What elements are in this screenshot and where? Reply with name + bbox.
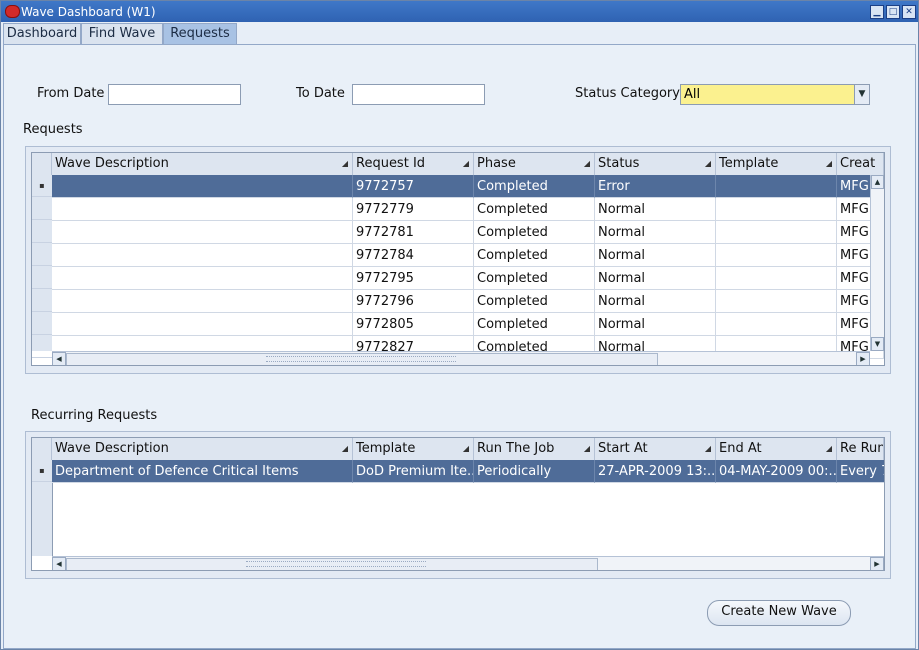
status-category-value: All: [684, 87, 701, 102]
recurring-select-header: [32, 438, 52, 460]
recurring-horizontal-scrollbar[interactable]: ◀ ▶: [52, 556, 884, 570]
requests-selector-column: ▪: [32, 175, 53, 358]
requests-section-title: Requests: [23, 122, 83, 137]
tab-dashboard[interactable]: Dashboard: [3, 23, 81, 44]
chevron-down-icon[interactable]: ▼: [854, 85, 869, 104]
recurring-grid-header: Wave Description ◢ Template ◢ Run The Job ◢…: [32, 438, 884, 461]
to-date-label: To Date: [296, 86, 345, 101]
sort-icon: ◢: [704, 444, 711, 453]
window-title: Wave Dashboard (W1): [21, 5, 156, 19]
requests-select-header: [32, 153, 52, 175]
sort-icon: ◢: [583, 159, 590, 168]
status-category-select[interactable]: All ▼: [680, 84, 870, 105]
col-end-at[interactable]: End At ◢: [716, 438, 837, 460]
sort-icon: ◢: [341, 444, 348, 453]
requests-vertical-scrollbar[interactable]: ▲ ▼: [870, 175, 884, 351]
tab-requests[interactable]: Requests: [163, 23, 237, 46]
row-selector[interactable]: [32, 290, 52, 312]
scroll-grip: [266, 356, 456, 362]
col-start-at[interactable]: Start At ◢: [595, 438, 716, 460]
sort-icon: ◢: [341, 159, 348, 168]
oracle-app-icon: [5, 5, 20, 18]
row-selector[interactable]: [32, 244, 52, 266]
scroll-down-icon[interactable]: ▼: [871, 337, 884, 351]
col-status[interactable]: Status ◢: [595, 153, 716, 175]
row-selector[interactable]: [32, 198, 52, 220]
col-wave-description[interactable]: Wave Description ◢: [52, 153, 353, 175]
row-selector[interactable]: [32, 313, 52, 335]
recurring-section-title: Recurring Requests: [31, 408, 158, 423]
recurring-grid: Wave Description ◢ Template ◢ Run The Job ◢…: [31, 437, 885, 571]
recurring-selector-column: ▪: [32, 460, 53, 556]
col-wave-description[interactable]: Wave Description ◢: [52, 438, 353, 460]
scroll-grip: [246, 561, 426, 567]
sort-icon: ◢: [583, 444, 590, 453]
scroll-right-icon[interactable]: ▶: [870, 557, 884, 570]
sort-icon: ◢: [825, 444, 832, 453]
from-date-field[interactable]: [108, 84, 241, 105]
scroll-up-icon[interactable]: ▲: [871, 175, 884, 189]
col-re-run[interactable]: Re Run: [837, 438, 884, 460]
row-selector[interactable]: [32, 221, 52, 243]
col-run-the-job[interactable]: Run The Job ◢: [474, 438, 595, 460]
col-created-by[interactable]: Creat: [837, 153, 884, 175]
sort-icon: ◢: [462, 159, 469, 168]
col-phase[interactable]: Phase ◢: [474, 153, 595, 175]
row-selector[interactable]: ▪: [32, 175, 52, 197]
close-icon[interactable]: ✕: [902, 5, 916, 19]
requests-horizontal-scrollbar[interactable]: ◀ ▶: [52, 351, 870, 365]
sort-icon: ◢: [704, 159, 711, 168]
title-bar: Wave Dashboard (W1) ▁ □ ✕: [1, 1, 918, 22]
row-selector[interactable]: ▪: [32, 460, 52, 482]
requests-panel: Wave Description ◢ Request Id ◢ Phase ◢ Sta…: [25, 146, 891, 374]
col-template[interactable]: Template ◢: [716, 153, 837, 175]
row-selector[interactable]: [32, 336, 52, 358]
scroll-right-icon[interactable]: ▶: [856, 352, 870, 365]
row-selector[interactable]: [32, 267, 52, 289]
requests-tab-content: From Date To Date Status Category All ▼ …: [3, 44, 916, 649]
sort-icon: ◢: [462, 444, 469, 453]
scroll-left-icon[interactable]: ◀: [52, 352, 66, 365]
from-date-label: From Date: [37, 86, 105, 101]
create-new-wave-button[interactable]: Create New Wave: [707, 600, 851, 626]
tab-find-wave[interactable]: Find Wave: [81, 23, 163, 44]
maximize-icon[interactable]: □: [886, 5, 900, 19]
wave-dashboard-window: Wave Dashboard (W1) ▁ □ ✕ Dashboard Find…: [0, 0, 919, 650]
recurring-panel: Wave Description ◢ Template ◢ Run The Job ◢…: [25, 431, 891, 579]
sort-icon: ◢: [825, 159, 832, 168]
status-category-label: Status Category: [575, 86, 680, 101]
to-date-field[interactable]: [352, 84, 485, 105]
col-request-id[interactable]: Request Id ◢: [353, 153, 474, 175]
col-template[interactable]: Template ◢: [353, 438, 474, 460]
requests-grid: Wave Description ◢ Request Id ◢ Phase ◢ Sta…: [31, 152, 885, 366]
requests-grid-header: Wave Description ◢ Request Id ◢ Phase ◢ Sta…: [32, 153, 884, 176]
minimize-icon[interactable]: ▁: [870, 5, 884, 19]
scroll-left-icon[interactable]: ◀: [52, 557, 66, 570]
